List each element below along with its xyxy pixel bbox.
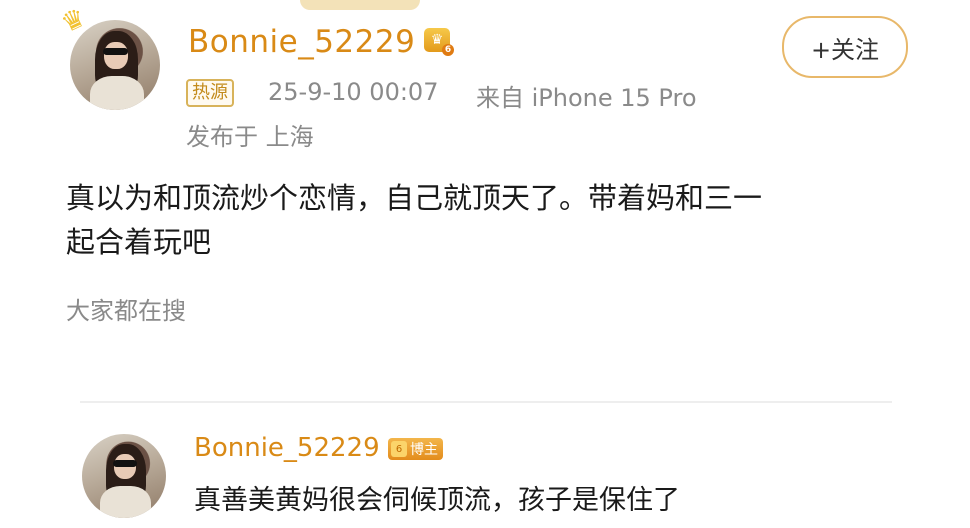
trending-search-link[interactable]: 大家都在搜 [66,291,186,326]
post-username[interactable]: Bonnie_52229 [188,24,415,60]
post-source: 来自 iPhone 15 Pro [476,84,697,112]
post-text-line1: 真以为和顶流炒个恋情，自己就顶天了。带着妈和三一 [66,181,763,215]
blogger-badge: 6 博主 [388,438,443,460]
top-decoration [300,0,420,10]
post-text-line2: 起合着玩吧 [66,225,212,259]
blogger-label: 博主 [410,442,438,458]
crown-icon: ♛ [430,32,444,48]
reply-text: 真善美黄妈很会伺候顶流，孩子是保住了 [194,485,680,516]
vip-badge-icon: 6 [391,441,407,457]
divider [80,401,892,403]
post-location: 发布于 上海 [186,123,314,151]
hot-source-tag[interactable]: 热源 [186,79,234,107]
vip-badge-icon[interactable]: ♛ 6 [424,28,454,56]
post-timestamp: 25-9-10 00:07 [268,78,439,106]
reply-avatar[interactable] [82,434,166,518]
vip-level: 6 [442,44,454,56]
reply-username[interactable]: Bonnie_52229 [194,433,380,463]
avatar[interactable] [70,20,160,110]
follow-button[interactable]: +关注 [782,16,908,78]
